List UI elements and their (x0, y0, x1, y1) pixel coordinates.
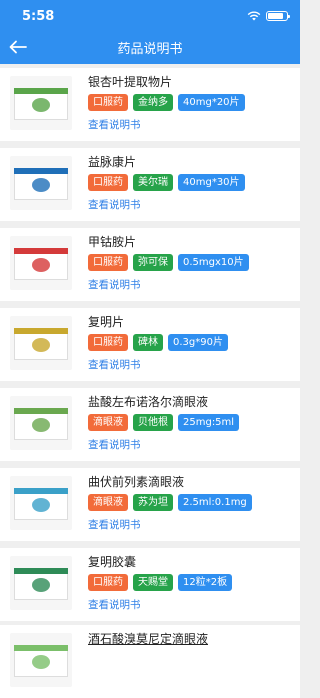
brand-tag: 金纳多 (133, 94, 173, 111)
view-instructions-link[interactable]: 查看说明书 (88, 517, 141, 532)
drug-card[interactable]: 益脉康片 口服药 美尔瑞 40mg*30片 查看说明书 (0, 148, 300, 221)
brand-tag: 碑林 (133, 334, 163, 351)
drug-card[interactable]: 曲伏前列素滴眼液 滴眼液 苏为坦 2.5ml:0.1mg 查看说明书 (0, 468, 300, 541)
brand-tag: 弥可保 (133, 254, 173, 271)
spec-tag: 25mg:5ml (178, 414, 240, 431)
drug-image (10, 156, 72, 210)
brand-tag: 贝他根 (133, 414, 173, 431)
status-time: 5:58 (22, 9, 55, 24)
battery-icon (266, 11, 290, 21)
drug-tags: 口服药 美尔瑞 40mg*30片 (88, 174, 245, 191)
drug-name: 银杏叶提取物片 (88, 75, 173, 89)
drug-card[interactable]: 复明片 口服药 碑林 0.3g*90片 查看说明书 (0, 308, 300, 381)
drug-name: 盐酸左布诺洛尔滴眼液 (88, 395, 209, 409)
route-tag: 口服药 (88, 574, 128, 591)
view-instructions-link[interactable]: 查看说明书 (88, 197, 141, 212)
drug-card[interactable]: 酒石酸溴莫尼定滴眼液 (0, 625, 300, 698)
view-instructions-link[interactable]: 查看说明书 (88, 117, 141, 132)
view-instructions-link[interactable]: 查看说明书 (88, 597, 141, 612)
drug-tags: 滴眼液 贝他根 25mg:5ml (88, 414, 240, 431)
route-tag: 口服药 (88, 254, 128, 271)
drug-tags: 口服药 弥可保 0.5mgx10片 (88, 254, 249, 271)
route-tag: 口服药 (88, 334, 128, 351)
status-icons (247, 11, 290, 21)
app-header: 5:58 药品说明书 (0, 0, 300, 64)
brand-tag: 苏为坦 (133, 494, 173, 511)
view-instructions-link[interactable]: 查看说明书 (88, 357, 141, 372)
route-tag: 滴眼液 (88, 414, 128, 431)
brand-tag: 美尔瑞 (133, 174, 173, 191)
route-tag: 滴眼液 (88, 494, 128, 511)
drug-image (10, 633, 72, 687)
drug-name: 复明胶囊 (88, 555, 137, 569)
spec-tag: 40mg*30片 (178, 174, 245, 191)
drug-name: 益脉康片 (88, 155, 137, 169)
page-title: 药品说明书 (117, 42, 183, 57)
drug-card[interactable]: 银杏叶提取物片 口服药 金纳多 40mg*20片 查看说明书 (0, 68, 300, 141)
drug-tags: 口服药 金纳多 40mg*20片 (88, 94, 245, 111)
drug-tags: 滴眼液 苏为坦 2.5ml:0.1mg (88, 494, 252, 511)
spec-tag: 0.5mgx10片 (178, 254, 249, 271)
drug-image (10, 76, 72, 130)
drug-card[interactable]: 复明胶囊 口服药 天赐堂 12粒*2板 查看说明书 (0, 548, 300, 621)
drug-name: 复明片 (88, 315, 125, 329)
drug-tags: 口服药 天赐堂 12粒*2板 (88, 574, 233, 591)
spec-tag: 2.5ml:0.1mg (178, 494, 252, 511)
view-instructions-link[interactable]: 查看说明书 (88, 277, 141, 292)
drug-image (10, 396, 72, 450)
drug-name: 曲伏前列素滴眼液 (88, 475, 185, 489)
drug-card[interactable]: 甲钴胺片 口服药 弥可保 0.5mgx10片 查看说明书 (0, 228, 300, 301)
drug-image (10, 236, 72, 290)
drug-image (10, 476, 72, 530)
drug-card[interactable]: 盐酸左布诺洛尔滴眼液 滴眼液 贝他根 25mg:5ml 查看说明书 (0, 388, 300, 461)
spec-tag: 40mg*20片 (178, 94, 245, 111)
route-tag: 口服药 (88, 174, 128, 191)
wifi-icon (247, 11, 261, 21)
drug-tags: 口服药 碑林 0.3g*90片 (88, 334, 228, 351)
brand-tag: 天赐堂 (133, 574, 173, 591)
drug-image (10, 556, 72, 610)
drug-image (10, 316, 72, 370)
spec-tag: 12粒*2板 (178, 574, 233, 591)
drug-name: 酒石酸溴莫尼定滴眼液 (88, 632, 209, 646)
drug-name: 甲钴胺片 (88, 235, 137, 249)
view-instructions-link[interactable]: 查看说明书 (88, 437, 141, 452)
spec-tag: 0.3g*90片 (168, 334, 228, 351)
route-tag: 口服药 (88, 94, 128, 111)
